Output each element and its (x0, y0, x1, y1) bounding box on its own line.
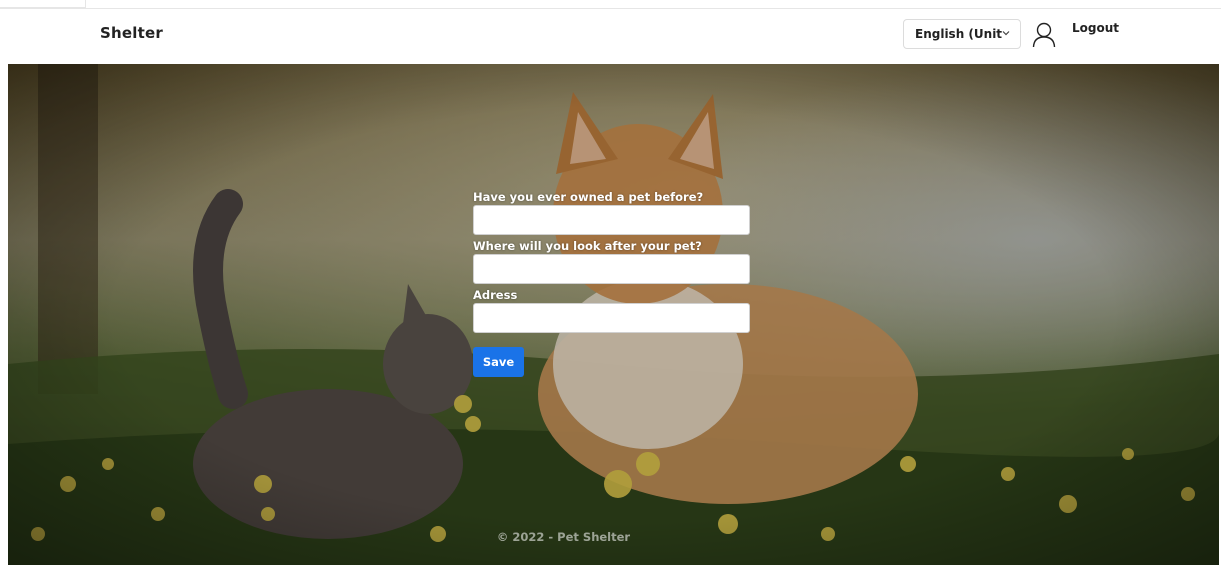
chevron-down-icon (1002, 31, 1010, 36)
owned-pet-input[interactable] (473, 205, 750, 235)
owned-pet-label: Have you ever owned a pet before? (473, 190, 704, 204)
save-button[interactable]: Save (473, 347, 524, 377)
care-location-label: Where will you look after your pet? (473, 239, 702, 253)
address-label: Adress (473, 288, 518, 302)
top-navbar: Shelter English (Unit Logout (0, 9, 1221, 64)
address-input[interactable] (473, 303, 750, 333)
logout-link[interactable]: Logout (1072, 21, 1119, 35)
language-select-value: English (Unit (915, 27, 1003, 41)
browser-tab-stub (0, 0, 86, 8)
brand-logo[interactable]: Shelter (100, 24, 163, 42)
language-select[interactable]: English (Unit (903, 19, 1021, 49)
adoption-form: Have you ever owned a pet before? Where … (473, 190, 750, 337)
care-location-input[interactable] (473, 254, 750, 284)
hero-background: Have you ever owned a pet before? Where … (8, 64, 1219, 565)
user-icon[interactable] (1032, 22, 1056, 48)
footer-copyright: © 2022 - Pet Shelter (496, 530, 631, 544)
